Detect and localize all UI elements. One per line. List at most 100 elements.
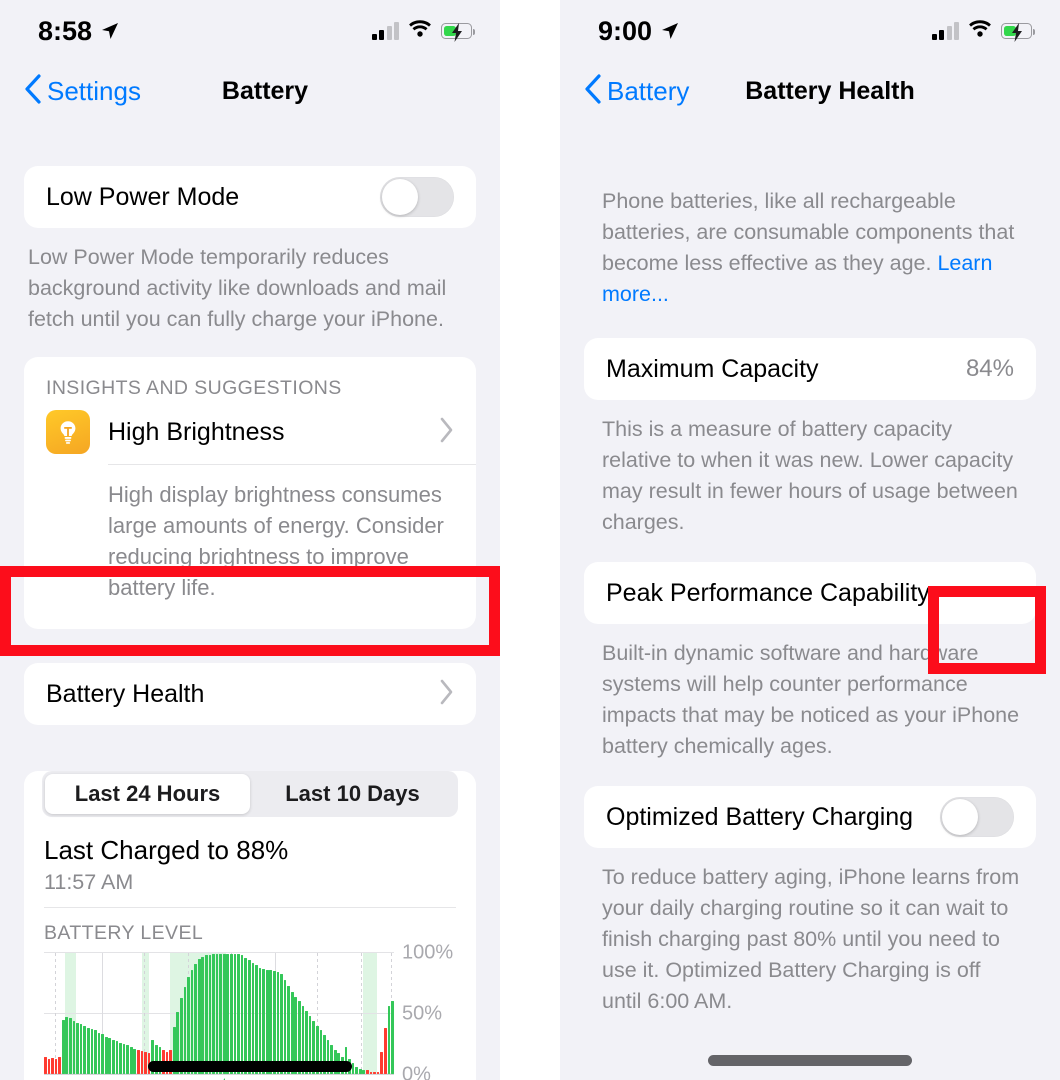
chart-plot-area (44, 952, 394, 1075)
optimized-battery-charging-footnote: To reduce battery aging, iPhone learns f… (602, 865, 1020, 1013)
chart-bar (208, 955, 212, 1074)
chart-bar (276, 972, 280, 1074)
chart-bar (190, 969, 194, 1074)
optimized-battery-charging-toggle[interactable] (940, 797, 1014, 837)
chart-bar (251, 962, 255, 1074)
chart-bar (262, 968, 265, 1074)
chart-bar (280, 973, 283, 1074)
maximum-capacity-card: Maximum Capacity 84% (584, 338, 1036, 400)
chart-bar (197, 959, 201, 1074)
chart-bar (194, 963, 197, 1074)
chart-bar (201, 956, 205, 1074)
chart-bar (137, 1049, 140, 1074)
chart-bar (144, 1052, 147, 1074)
maximum-capacity-footnote: This is a measure of battery capacity re… (602, 417, 1018, 534)
chart-bar (269, 969, 273, 1074)
chart-bar (51, 1058, 54, 1074)
chart-bar (362, 1070, 366, 1074)
chart-bar (97, 1032, 101, 1074)
optimized-battery-charging-card: Optimized Battery Charging (584, 786, 1036, 848)
battery-health-row[interactable]: Battery Health (24, 663, 476, 725)
last-charged-time: 11:57 AM (44, 870, 134, 894)
chart-bar (133, 1048, 137, 1074)
lightbulb-icon (46, 410, 90, 454)
chart-bar (222, 954, 226, 1074)
chart-bar (358, 1069, 362, 1074)
low-power-mode-toggle[interactable] (380, 177, 454, 217)
low-power-mode-label: Low Power Mode (46, 182, 240, 211)
segment-last-10-days[interactable]: Last 10 Days (250, 774, 455, 814)
insights-section-header: INSIGHTS AND SUGGESTIONS (46, 377, 342, 399)
battery-charging-icon (441, 23, 476, 42)
chevron-left-icon (584, 73, 601, 109)
segment-last-24-hours[interactable]: Last 24 Hours (45, 774, 250, 814)
cellular-signal-icon (931, 21, 959, 40)
chart-bar (54, 1059, 58, 1074)
chart-bar (247, 960, 251, 1074)
chart-y-tick: 0% (402, 1063, 431, 1080)
back-button-settings[interactable]: Settings (24, 73, 141, 109)
insight-title: High Brightness (108, 417, 285, 446)
chart-bar (255, 965, 258, 1074)
chart-bar (126, 1044, 129, 1074)
chart-bar (76, 1023, 79, 1074)
chevron-right-icon (439, 679, 454, 710)
home-indicator (148, 1061, 352, 1072)
peak-performance-label: Peak Performance Capability (606, 578, 930, 607)
chart-bar (72, 1020, 76, 1074)
chart-bars (44, 953, 394, 1074)
chart-bar (383, 1028, 387, 1074)
optimized-battery-charging-row[interactable]: Optimized Battery Charging (584, 786, 1036, 848)
chart-bar (273, 971, 276, 1074)
low-power-mode-card: Low Power Mode (24, 166, 476, 228)
chart-bar (387, 1006, 391, 1074)
maximum-capacity-row: Maximum Capacity 84% (584, 338, 1036, 400)
cellular-signal-icon (371, 21, 399, 40)
chart-bar (205, 955, 208, 1074)
peak-performance-row[interactable]: Peak Performance Capability (584, 562, 1036, 624)
chart-bar (380, 1052, 384, 1074)
iphone-battery-health-screen: 9:00 Battery Battery Health Phone batter… (560, 0, 1060, 1080)
chart-bar (119, 1042, 122, 1074)
chart-bar (258, 967, 262, 1074)
chart-y-axis-labels: 0% 50% 100% (394, 942, 456, 1080)
battery-usage-card: Last 24 Hours Last 10 Days Last Charged … (24, 771, 476, 1080)
maximum-capacity-value: 84% (965, 355, 1014, 382)
wifi-icon (408, 19, 432, 43)
chart-bar (108, 1037, 112, 1074)
chart-bar (187, 977, 190, 1074)
chart-bar (265, 969, 269, 1074)
chart-bar (104, 1036, 108, 1074)
chart-bar (129, 1047, 133, 1074)
chart-bar (212, 954, 215, 1074)
chart-bar (83, 1025, 87, 1074)
back-button-label: Settings (47, 75, 141, 106)
location-arrow-icon (660, 21, 680, 41)
chart-bar (86, 1028, 90, 1074)
peak-performance-footnote: Built-in dynamic software and hardware s… (602, 641, 1020, 758)
location-arrow-icon (100, 21, 120, 41)
chevron-right-icon (439, 417, 454, 448)
maximum-capacity-label: Maximum Capacity (606, 354, 819, 383)
battery-charging-icon (1001, 23, 1036, 42)
iphone-battery-settings-screen: 8:58 Settings Battery Low Power Mode Low… (0, 0, 500, 1080)
peak-performance-card: Peak Performance Capability (584, 562, 1036, 624)
chart-bar (215, 954, 219, 1074)
battery-health-label: Battery Health (46, 679, 205, 708)
nav-bar-left: Settings Battery (0, 62, 500, 120)
status-bar-clock: 9:00 (598, 15, 653, 46)
back-button-battery[interactable]: Battery (584, 73, 689, 109)
status-bar-right: 9:00 (560, 0, 1060, 62)
comparison-screenshot: 8:58 Settings Battery Low Power Mode Low… (0, 0, 1060, 1080)
chart-bar (355, 1066, 358, 1074)
insight-body-text: High display brightness consumes large a… (108, 482, 444, 600)
insight-high-brightness-row[interactable]: High Brightness (24, 406, 476, 464)
chart-bar (69, 1018, 72, 1074)
chart-y-tick: 50% (402, 1002, 443, 1025)
chart-bar (47, 1059, 51, 1074)
chart-bar (237, 954, 240, 1074)
time-range-segmented-control[interactable]: Last 24 Hours Last 10 Days (42, 771, 458, 817)
battery-health-card: Battery Health (24, 663, 476, 725)
low-power-mode-row[interactable]: Low Power Mode (24, 166, 476, 228)
chart-bar (373, 1071, 376, 1074)
